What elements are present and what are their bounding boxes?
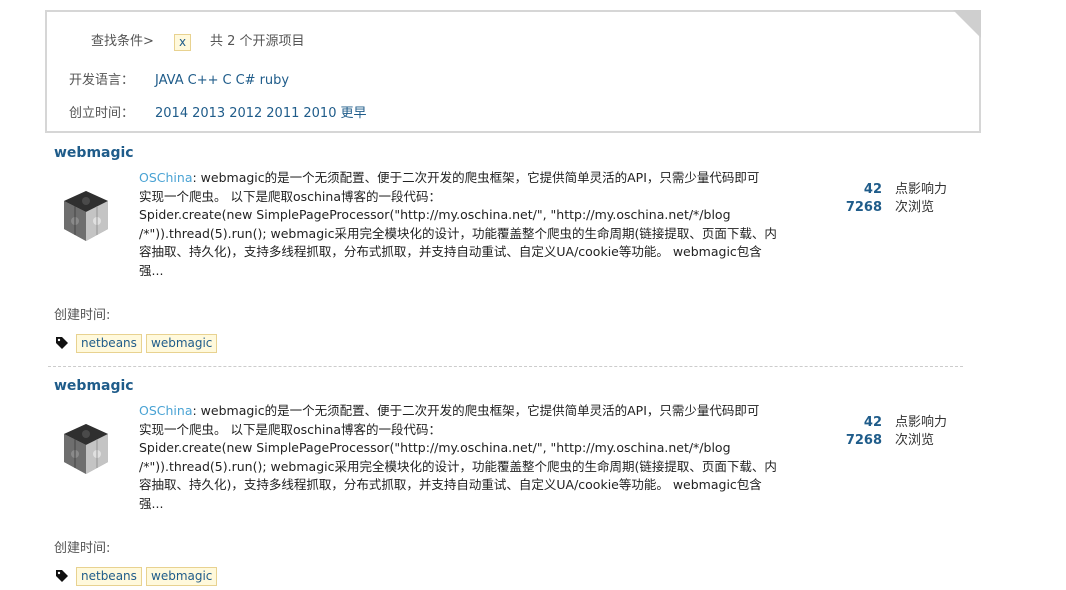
description-line: Spider.create(new SimplePageProcessor("h… — [139, 440, 731, 455]
year-option-2010[interactable]: 2010 — [303, 106, 336, 121]
tag-netbeans[interactable]: netbeans — [76, 567, 142, 586]
views-count: 7268 — [845, 200, 882, 215]
source-label[interactable]: OSChina — [139, 170, 192, 185]
language-options: JAVA C++ C C# ruby — [155, 72, 293, 90]
language-option-csharp[interactable]: C# — [236, 73, 256, 88]
result-count: 共 2 个开源项目 — [210, 34, 305, 49]
project-description: OSChina: webmagic的是一个无须配置、便于二次开发的爬虫框架，它提… — [139, 402, 779, 513]
description-line: 强... — [139, 262, 164, 278]
influence-label: 点影响力 — [895, 415, 948, 430]
created-time-label: 创建时间: — [54, 308, 111, 323]
language-option-c[interactable]: C — [223, 73, 232, 88]
year-options: 2014 2013 2012 2011 2010 更早 — [155, 105, 370, 123]
influence-label: 点影响力 — [895, 182, 948, 197]
project-description: OSChina: webmagic的是一个无须配置、便于二次开发的爬虫框架，它提… — [139, 169, 779, 280]
language-option-java[interactable]: JAVA — [155, 73, 184, 88]
influence-count: 42 — [863, 182, 882, 197]
views-count: 7268 — [845, 433, 882, 448]
project-title-link[interactable]: webmagic — [54, 143, 134, 163]
year-option-2013[interactable]: 2013 — [192, 106, 225, 121]
puzzle-cube-icon[interactable] — [54, 418, 118, 482]
project-title-link[interactable]: webmagic — [54, 376, 134, 396]
project-divider — [48, 366, 963, 367]
description-line: : webmagic的是一个无须配置、便于二次开发的爬虫框架，它提供简单灵活的A… — [192, 170, 760, 185]
year-option-earlier[interactable]: 更早 — [340, 106, 366, 121]
project-stats: 42 点影响力 7268 次浏览 — [800, 181, 960, 217]
description-line: 实现一个爬虫。 以下是爬取oschina博客的一段代码： — [139, 188, 441, 204]
tag-icon — [56, 337, 68, 349]
influence-count: 42 — [863, 415, 882, 430]
puzzle-cube-icon[interactable] — [54, 185, 118, 249]
description-line: Spider.create(new SimplePageProcessor("h… — [139, 207, 731, 222]
description-line: 容抽取、持久化)，支持多线程抓取，分布式抓取，并支持自动重试、自定义UA/coo… — [139, 477, 762, 492]
clear-filter-button[interactable]: x — [174, 34, 192, 51]
views-row: 7268 次浏览 — [800, 432, 960, 450]
filter-panel: 查找条件> x 共 2 个开源项目 开发语言： JAVA C++ C C# ruby 创… — [45, 10, 981, 133]
influence-row: 42 点影响力 — [800, 414, 960, 432]
description-line: 实现一个爬虫。 以下是爬取oschina博客的一段代码： — [139, 421, 441, 437]
description-line: 强... — [139, 495, 164, 511]
language-option-cpp[interactable]: C++ — [188, 73, 219, 88]
year-option-2012[interactable]: 2012 — [229, 106, 262, 121]
language-option-ruby[interactable]: ruby — [260, 73, 290, 88]
description-line: /*")).thread(5).run(); webmagic采用完全模块化的设… — [139, 458, 777, 474]
year-option-2014[interactable]: 2014 — [155, 106, 188, 121]
tag-netbeans[interactable]: netbeans — [76, 334, 142, 353]
description-line: /*")).thread(5).run(); webmagic采用完全模块化的设… — [139, 225, 777, 241]
created-time-label: 创建时间: — [54, 541, 111, 556]
language-label: 开发语言： — [69, 73, 135, 88]
collapse-corner-icon[interactable] — [953, 10, 981, 38]
source-label[interactable]: OSChina — [139, 403, 192, 418]
search-conditions-label: 查找条件> — [91, 34, 154, 49]
views-label: 次浏览 — [895, 200, 935, 215]
description-line: : webmagic的是一个无须配置、便于二次开发的爬虫框架，它提供简单灵活的A… — [192, 403, 760, 418]
views-label: 次浏览 — [895, 433, 935, 448]
influence-row: 42 点影响力 — [800, 181, 960, 199]
tag-webmagic[interactable]: webmagic — [146, 567, 218, 586]
tag-icon — [56, 570, 68, 582]
description-line: 容抽取、持久化)，支持多线程抓取，分布式抓取，并支持自动重试、自定义UA/coo… — [139, 244, 762, 259]
project-stats: 42 点影响力 7268 次浏览 — [800, 414, 960, 450]
project-list-page: 查找条件> x 共 2 个开源项目 开发语言： JAVA C++ C C# ruby 创… — [0, 0, 1066, 590]
tag-webmagic[interactable]: webmagic — [146, 334, 218, 353]
year-option-2011[interactable]: 2011 — [266, 106, 299, 121]
views-row: 7268 次浏览 — [800, 199, 960, 217]
created-year-label: 创立时间： — [69, 106, 135, 121]
